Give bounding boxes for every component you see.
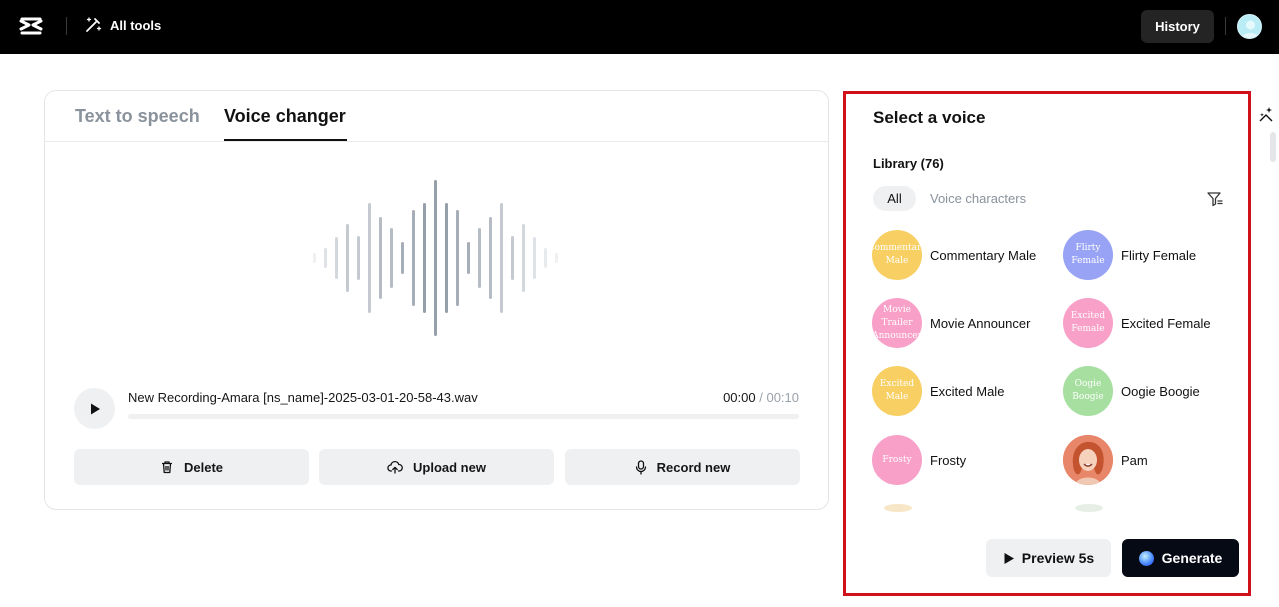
voice-name: Flirty Female [1121,247,1197,263]
play-button[interactable] [74,388,115,429]
delete-button[interactable]: Delete [74,449,309,485]
audio-filename: New Recording-Amara [ns_name]-2025-03-01… [128,390,478,405]
voice-avatar: Oogie Boogie [1063,366,1113,416]
voice-item-oogie-boogie[interactable]: Oogie Boogie Oogie Boogie [1063,366,1200,416]
tab-text-to-speech[interactable]: Text to speech [75,106,200,127]
voice-item-pam[interactable]: Pam [1063,435,1148,485]
playback-progress-bar[interactable] [128,414,799,419]
history-button[interactable]: History [1141,10,1214,43]
voice-name: Excited Female [1121,315,1211,331]
preview-button[interactable]: Preview 5s [986,539,1111,577]
topbar-divider [66,17,67,35]
filter-all-chip[interactable]: All [873,186,916,211]
voice-avatar: Excited Male [872,366,922,416]
voice-avatar: Commentary Male [872,230,922,280]
voice-name: Commentary Male [930,247,1037,263]
delete-label: Delete [183,459,224,475]
voice-name: Excited Male [930,383,1005,399]
microphone-icon [635,459,646,475]
play-icon [90,403,100,414]
person-photo-icon [1063,435,1113,485]
generate-orb-icon [1138,550,1154,566]
magic-wand-icon [86,17,102,32]
all-tools-label: All tools [110,17,162,33]
library-count: Library (76) [873,156,944,171]
generate-label: Generate [1161,550,1223,566]
voice-item-excited-male[interactable]: Excited Male Excited Male [872,366,1004,416]
generate-button[interactable]: Generate [1122,539,1239,577]
capcut-logo-icon[interactable] [18,15,44,37]
upload-new-label: Upload new [413,459,486,475]
playback-time: 00:00 / 00:10 [723,390,799,405]
select-voice-panel: Select a voice Library (76) All Voice ch… [843,91,1251,596]
tab-bar: Text to speech Voice changer [45,91,828,142]
next-voice-avatar-partial [884,504,912,512]
record-new-button[interactable]: Record new [565,449,800,485]
voice-item-excited-female[interactable]: Excited Female Excited Female [1063,298,1211,348]
tab-voice-changer[interactable]: Voice changer [224,106,346,127]
total-time: / 00:10 [755,390,799,405]
user-avatar[interactable] [1237,14,1262,39]
play-icon [1004,552,1014,564]
voice-item-frosty[interactable]: Frosty Frosty [872,435,966,485]
active-tab-indicator [224,139,347,141]
topbar-divider-right [1225,17,1226,35]
record-new-label: Record new [656,459,731,475]
page-scrollbar[interactable] [1270,132,1276,162]
voice-name: Oogie Boogie [1121,383,1200,399]
voice-avatar: Frosty [872,435,922,485]
ai-assistant-icon[interactable] [1258,105,1274,123]
cloud-upload-icon [387,460,403,474]
voice-item-movie-announcer[interactable]: Movie Trailer Announcer Movie Announcer [872,298,1030,348]
trash-icon [161,461,172,474]
voice-name: Pam [1121,452,1148,468]
all-tools-button[interactable]: All tools [84,16,161,34]
user-avatar-icon [1241,20,1260,38]
voice-name: Movie Announcer [930,315,1031,331]
voice-changer-card: Text to speech Voice changer New Recordi [44,90,829,510]
filter-icon[interactable] [1206,190,1224,208]
panel-title: Select a voice [873,108,986,127]
voice-avatar: Flirty Female [1063,230,1113,280]
voice-item-commentary-male[interactable]: Commentary Male Commentary Male [872,230,1036,280]
preview-label: Preview 5s [1021,550,1095,566]
current-time: 00:00 [723,390,756,405]
next-voice-avatar-partial [1075,504,1103,512]
voice-avatar: Movie Trailer Announcer [872,298,922,348]
voice-item-flirty-female[interactable]: Flirty Female Flirty Female [1063,230,1196,280]
waveform-graphic [313,180,558,336]
top-bar: All tools History [0,0,1279,54]
voice-avatar: Excited Female [1063,298,1113,348]
filter-voice-characters[interactable]: Voice characters [930,191,1026,206]
voice-name: Frosty [930,452,967,468]
voice-avatar-photo [1063,435,1113,485]
upload-new-button[interactable]: Upload new [319,449,554,485]
